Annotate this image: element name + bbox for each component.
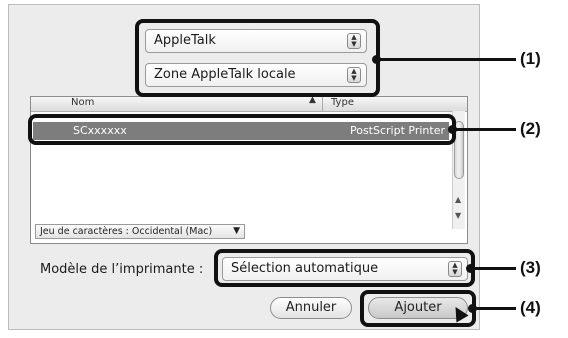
callout-line-4 <box>472 307 516 310</box>
callout-outline-3 <box>214 249 475 287</box>
callout-label-1: (1) <box>520 49 541 68</box>
callout-line-3 <box>470 267 516 270</box>
column-divider <box>322 97 323 111</box>
charset-select[interactable]: Jeu de caractères : Occidental (Mac) ▼ <box>35 224 245 239</box>
printer-model-label: Modèle de l’imprimante : <box>40 262 204 277</box>
callout-dot-1 <box>372 55 381 64</box>
callout-dot-2 <box>448 125 457 134</box>
sort-arrow-icon: ▲ <box>309 97 316 105</box>
callout-line-1 <box>376 58 516 61</box>
callout-label-4: (4) <box>520 298 541 317</box>
callout-outline-2 <box>28 114 456 145</box>
column-header-name[interactable]: Nom <box>71 97 94 108</box>
callout-outline-1 <box>135 19 380 97</box>
scroll-down-icon[interactable]: ▼ <box>455 211 461 220</box>
charset-value: Jeu de caractères : Occidental (Mac) <box>40 226 213 237</box>
column-header-type[interactable]: Type <box>331 97 354 108</box>
scroll-up-icon[interactable]: ▲ <box>455 195 461 204</box>
callout-outline-4 <box>360 290 476 327</box>
callout-line-2 <box>453 128 516 131</box>
list-header: Nom ▲ Type <box>31 97 467 112</box>
callout-label-2: (2) <box>520 119 541 138</box>
callout-dot-3 <box>466 264 475 273</box>
dropdown-arrow-icon: ▼ <box>233 226 240 236</box>
cancel-button[interactable]: Annuler <box>270 297 352 319</box>
callout-label-3: (3) <box>520 258 541 277</box>
callout-dot-4 <box>468 304 477 313</box>
